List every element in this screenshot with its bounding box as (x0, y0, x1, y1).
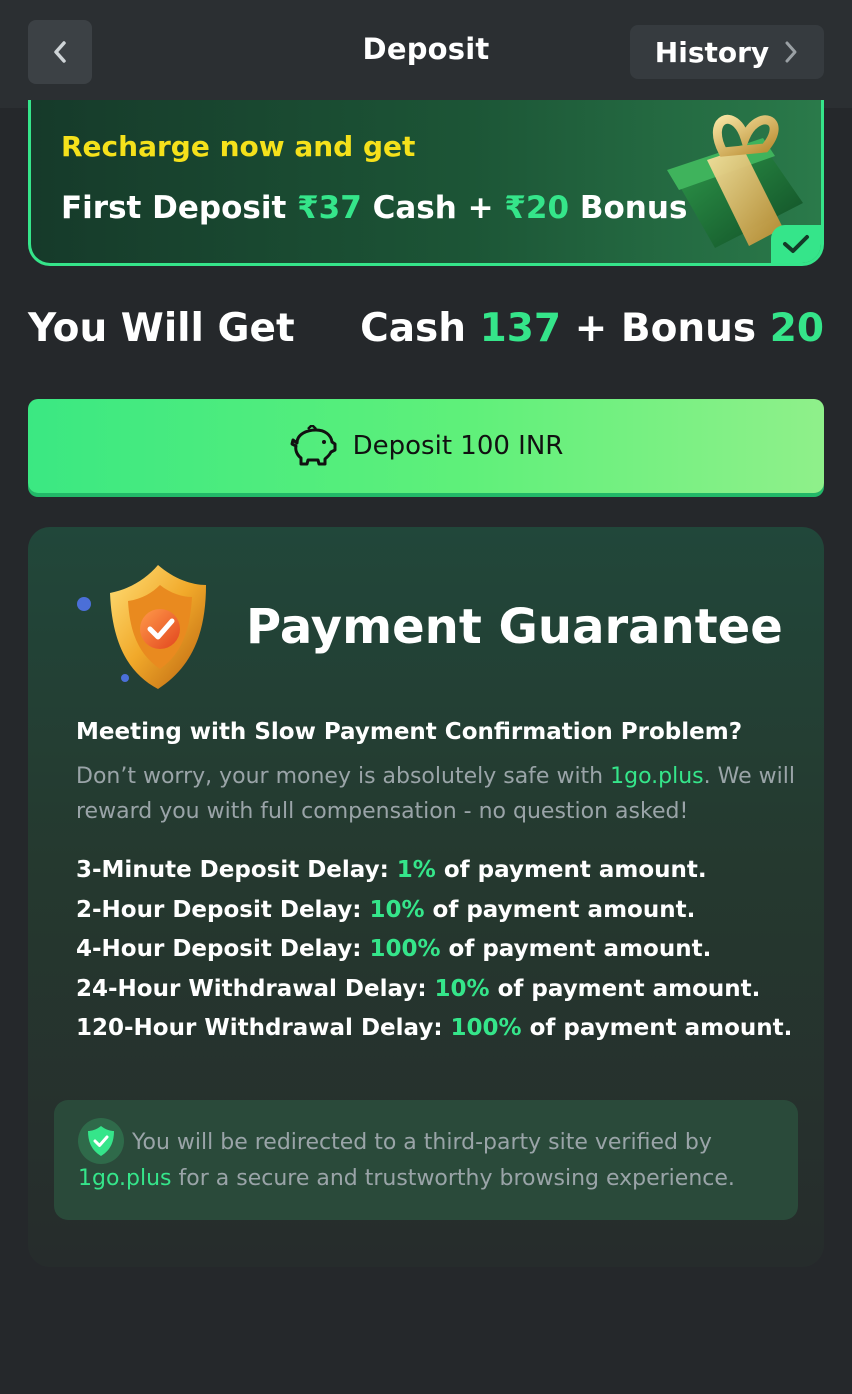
rule-item: 2-Hour Deposit Delay: 10% of payment amo… (76, 897, 792, 937)
check-icon (783, 235, 809, 253)
rule-percent: 100% (369, 936, 441, 962)
rule-item: 4-Hour Deposit Delay: 100% of payment am… (76, 936, 792, 976)
promo-cash-word: Cash + (372, 190, 505, 226)
promo-prefix: First Deposit (61, 190, 298, 226)
promo-headline: Recharge now and get (61, 130, 416, 163)
rule-suffix: of payment amount. (521, 1015, 793, 1041)
rule-label: 120-Hour Withdrawal Delay: (76, 1015, 451, 1041)
shield-icon (77, 565, 206, 689)
you-will-get-row: You Will Get Cash 137 + Bonus 20 (28, 306, 824, 356)
notice-text-end: for a secure and trustworthy browsing ex… (171, 1166, 735, 1191)
rule-percent: 1% (396, 857, 436, 883)
redirect-notice-text: You will be redirected to a third-party … (78, 1125, 778, 1197)
rule-item: 3-Minute Deposit Delay: 1% of payment am… (76, 857, 792, 897)
cash-value: 137 (479, 306, 562, 351)
rule-label: 3-Minute Deposit Delay: (76, 857, 397, 883)
top-bar: Deposit History (0, 0, 852, 108)
rule-percent: 10% (434, 975, 490, 1002)
cash-word: Cash (360, 306, 480, 351)
promo-offer: First Deposit ₹37 Cash + ₹20 Bonus (61, 190, 687, 226)
compensation-rules: 3-Minute Deposit Delay: 1% of payment am… (76, 857, 792, 1055)
rule-suffix: of payment amount. (435, 857, 707, 883)
history-button[interactable]: History (630, 25, 824, 79)
rule-suffix: of payment amount. (440, 936, 712, 962)
first-deposit-promo[interactable]: Recharge now and get First Deposit ₹37 C… (28, 100, 824, 266)
deposit-button-label: Deposit 100 INR (352, 431, 564, 461)
rule-suffix: of payment amount. (489, 975, 761, 1002)
rule-percent: 10% (369, 896, 425, 923)
you-will-get-values: Cash 137 + Bonus 20 (360, 306, 824, 351)
bonus-value: 20 (769, 306, 824, 351)
redirect-notice: You will be redirected to a third-party … (54, 1100, 798, 1220)
selected-check-badge (771, 225, 821, 263)
notice-site-name: 1go.plus (78, 1166, 172, 1191)
rule-suffix: of payment amount. (424, 896, 696, 923)
guarantee-reassurance: Don’t worry, your money is absolutely sa… (76, 759, 796, 829)
guarantee-title: Payment Guarantee (246, 599, 783, 655)
rule-label: 2-Hour Deposit Delay: (76, 896, 370, 923)
rule-percent: 100% (450, 1015, 522, 1041)
promo-bonus-amount: ₹20 (504, 190, 570, 226)
piggy-bank-icon (290, 425, 337, 466)
rule-label: 24-Hour Withdrawal Delay: (76, 975, 435, 1002)
payment-guarantee-card: Payment Guarantee Meeting with Slow Paym… (28, 527, 824, 1267)
promo-cash-amount: ₹37 (297, 190, 362, 226)
site-name: 1go.plus (610, 764, 704, 789)
reassurance-text-start: Don’t worry, your money is absolutely sa… (76, 764, 611, 789)
chevron-right-icon (785, 41, 797, 63)
deposit-button[interactable]: Deposit 100 INR (28, 399, 824, 493)
guarantee-question: Meeting with Slow Payment Confirmation P… (76, 719, 743, 745)
bonus-word: + Bonus (561, 306, 770, 351)
rule-item: 120-Hour Withdrawal Delay: 100% of payme… (76, 1015, 792, 1055)
notice-text-start: You will be redirected to a third-party … (132, 1130, 712, 1155)
rule-label: 4-Hour Deposit Delay: (76, 936, 370, 962)
you-will-get-label: You Will Get (28, 306, 295, 351)
rule-item: 24-Hour Withdrawal Delay: 10% of payment… (76, 976, 792, 1016)
history-label: History (654, 35, 770, 69)
